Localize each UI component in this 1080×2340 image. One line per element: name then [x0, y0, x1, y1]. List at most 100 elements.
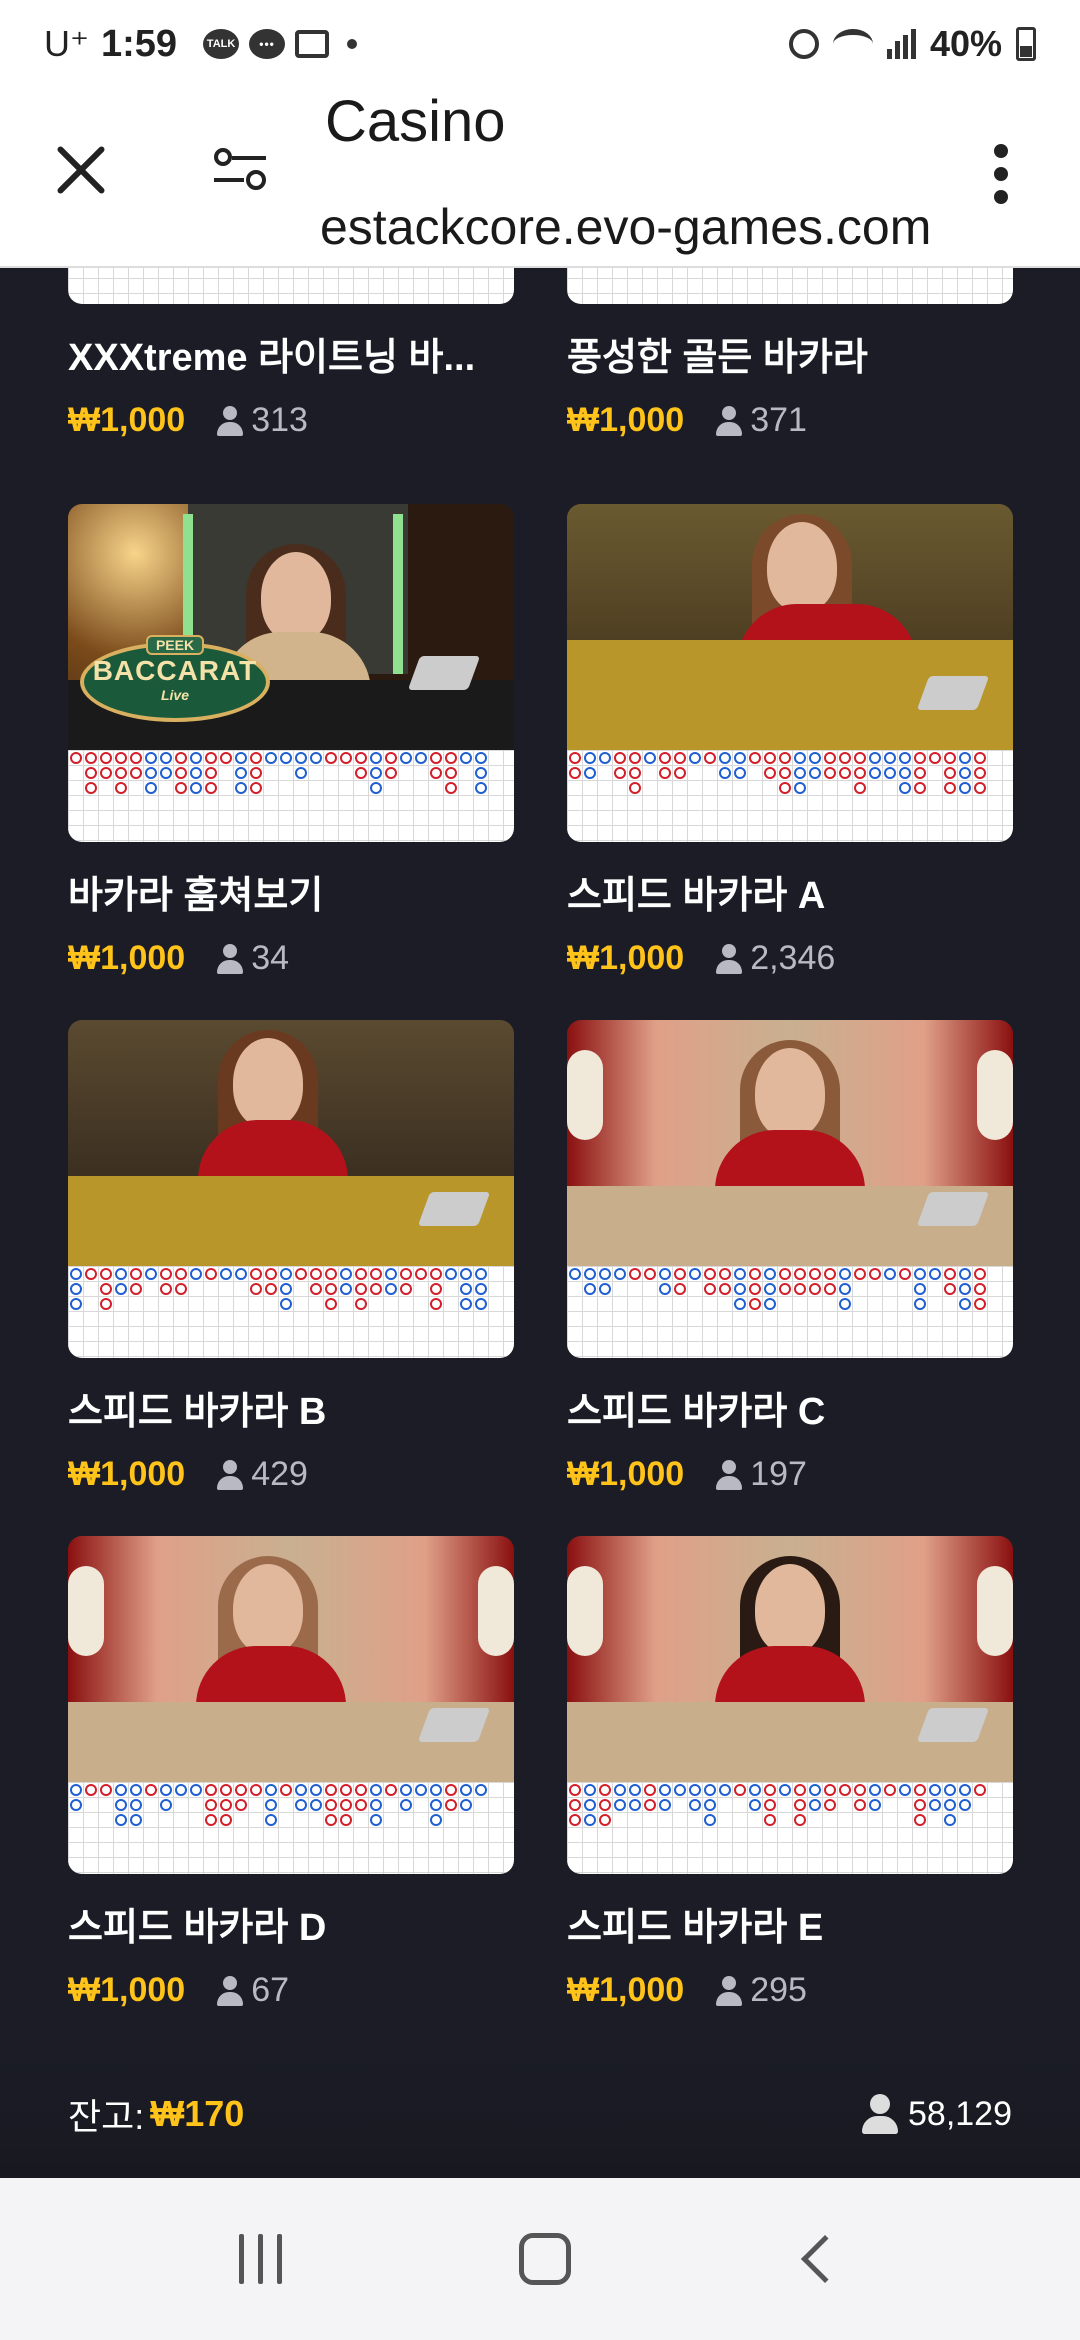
game-card[interactable]: 스피드 바카라 A ₩1,000 2,346 [567, 504, 1013, 978]
game-meta: ₩1,000 371 [567, 401, 1013, 440]
bead-marker [370, 1814, 382, 1826]
bead-marker [385, 767, 397, 779]
bead-marker [959, 767, 971, 779]
game-list: XXXtreme 라이트닝 바... ₩1,000 313 풍성한 골든 바카라… [0, 268, 1080, 2178]
bead-marker [794, 1283, 806, 1295]
bead-marker [235, 782, 247, 794]
back-icon[interactable] [800, 2234, 849, 2284]
bead-marker [205, 1268, 217, 1280]
bead-marker [190, 752, 202, 764]
page-url[interactable]: estackcore.evo-games.com [320, 198, 931, 256]
bead-marker [764, 1784, 776, 1796]
game-thumbnail[interactable] [567, 1020, 1013, 1358]
game-card[interactable]: PEEK BACCARAT Live 바카라 훔쳐보기 ₩1,000 34 [68, 504, 514, 978]
bead-marker [794, 752, 806, 764]
bead-marker [235, 1268, 247, 1280]
bead-marker [280, 752, 292, 764]
home-icon[interactable] [518, 2233, 571, 2285]
bead-marker [779, 1784, 791, 1796]
bead-marker [599, 1784, 611, 1796]
person-icon [217, 1975, 244, 2006]
bead-marker [854, 1268, 866, 1280]
bead-marker [115, 767, 127, 779]
player-count-value: 34 [251, 939, 290, 977]
bead-marker [340, 1784, 352, 1796]
bead-marker [749, 1799, 761, 1811]
bead-marker [430, 1784, 442, 1796]
game-thumbnail[interactable] [68, 268, 514, 304]
bead-marker [265, 1268, 277, 1280]
bead-marker [944, 1268, 956, 1280]
game-thumbnail[interactable] [567, 1536, 1013, 1874]
bead-marker [220, 1814, 232, 1826]
bead-marker [959, 1799, 971, 1811]
game-thumbnail[interactable] [567, 268, 1013, 304]
bead-marker [629, 782, 641, 794]
game-thumbnail[interactable] [68, 1536, 514, 1874]
bead-marker [599, 1283, 611, 1295]
game-card[interactable]: 스피드 바카라 C ₩1,000 197 [567, 1020, 1013, 1494]
game-card[interactable]: 스피드 바카라 E ₩1,000 295 [567, 1536, 1013, 2010]
bead-marker [70, 1298, 82, 1310]
bead-marker [659, 1268, 671, 1280]
bead-marker [280, 1298, 292, 1310]
bead-marker [884, 1268, 896, 1280]
game-thumbnail[interactable] [68, 1020, 514, 1358]
bead-marker [734, 1784, 746, 1796]
player-count-value: 313 [251, 401, 308, 439]
game-card[interactable]: 스피드 바카라 D ₩1,000 67 [68, 1536, 514, 2010]
bead-marker [944, 1814, 956, 1826]
bead-marker [854, 752, 866, 764]
bead-marker [899, 1268, 911, 1280]
bead-marker [295, 1799, 307, 1811]
more-options-icon[interactable] [994, 144, 1010, 204]
bead-marker [854, 767, 866, 779]
total-player-count: 58,129 [862, 2094, 1012, 2134]
bet-min: ₩1,000 [567, 939, 685, 977]
bead-marker [280, 1268, 292, 1280]
player-count-value: 295 [750, 1971, 807, 2009]
close-icon[interactable] [52, 142, 108, 198]
bead-marker [914, 1799, 926, 1811]
bead-marker [70, 1283, 82, 1295]
bead-marker [385, 1784, 397, 1796]
bet-min: ₩1,000 [68, 1455, 186, 1493]
bead-marker [190, 1784, 202, 1796]
bead-marker [145, 782, 157, 794]
browser-toolbar: Casino estackcore.evo-games.com [0, 88, 1080, 268]
game-card[interactable]: 스피드 바카라 B ₩1,000 429 [68, 1020, 514, 1494]
bead-marker [779, 767, 791, 779]
bead-marker [400, 752, 412, 764]
bead-marker [475, 1268, 487, 1280]
recent-apps-icon[interactable] [238, 2234, 282, 2284]
game-thumbnail[interactable] [567, 504, 1013, 842]
bead-marker [190, 782, 202, 794]
bead-marker [794, 1814, 806, 1826]
bead-marker [914, 1814, 926, 1826]
player-count: 429 [217, 1455, 308, 1494]
bead-marker [614, 1784, 626, 1796]
status-left: U⁺ 1:59 TALK [44, 23, 358, 66]
bead-marker [175, 767, 187, 779]
bead-marker [779, 1268, 791, 1280]
bead-marker [370, 767, 382, 779]
carrier-label: U⁺ [44, 23, 89, 64]
person-icon [716, 943, 743, 974]
game-thumbnail[interactable]: PEEK BACCARAT Live [68, 504, 514, 842]
bead-marker [584, 767, 596, 779]
bead-marker [340, 1799, 352, 1811]
person-icon [217, 943, 244, 974]
bead-marker [869, 752, 881, 764]
bead-marker [764, 1283, 776, 1295]
bead-marker [599, 1814, 611, 1826]
bead-marker [659, 1283, 671, 1295]
bead-road [567, 750, 1013, 842]
bead-marker [130, 1814, 142, 1826]
bead-marker [869, 767, 881, 779]
bead-marker [385, 752, 397, 764]
game-card[interactable]: XXXtreme 라이트닝 바... ₩1,000 313 [68, 268, 514, 440]
game-card[interactable]: 풍성한 골든 바카라 ₩1,000 371 [567, 268, 1013, 440]
bead-marker [310, 1283, 322, 1295]
site-settings-icon[interactable] [214, 148, 268, 192]
bead-marker [614, 752, 626, 764]
